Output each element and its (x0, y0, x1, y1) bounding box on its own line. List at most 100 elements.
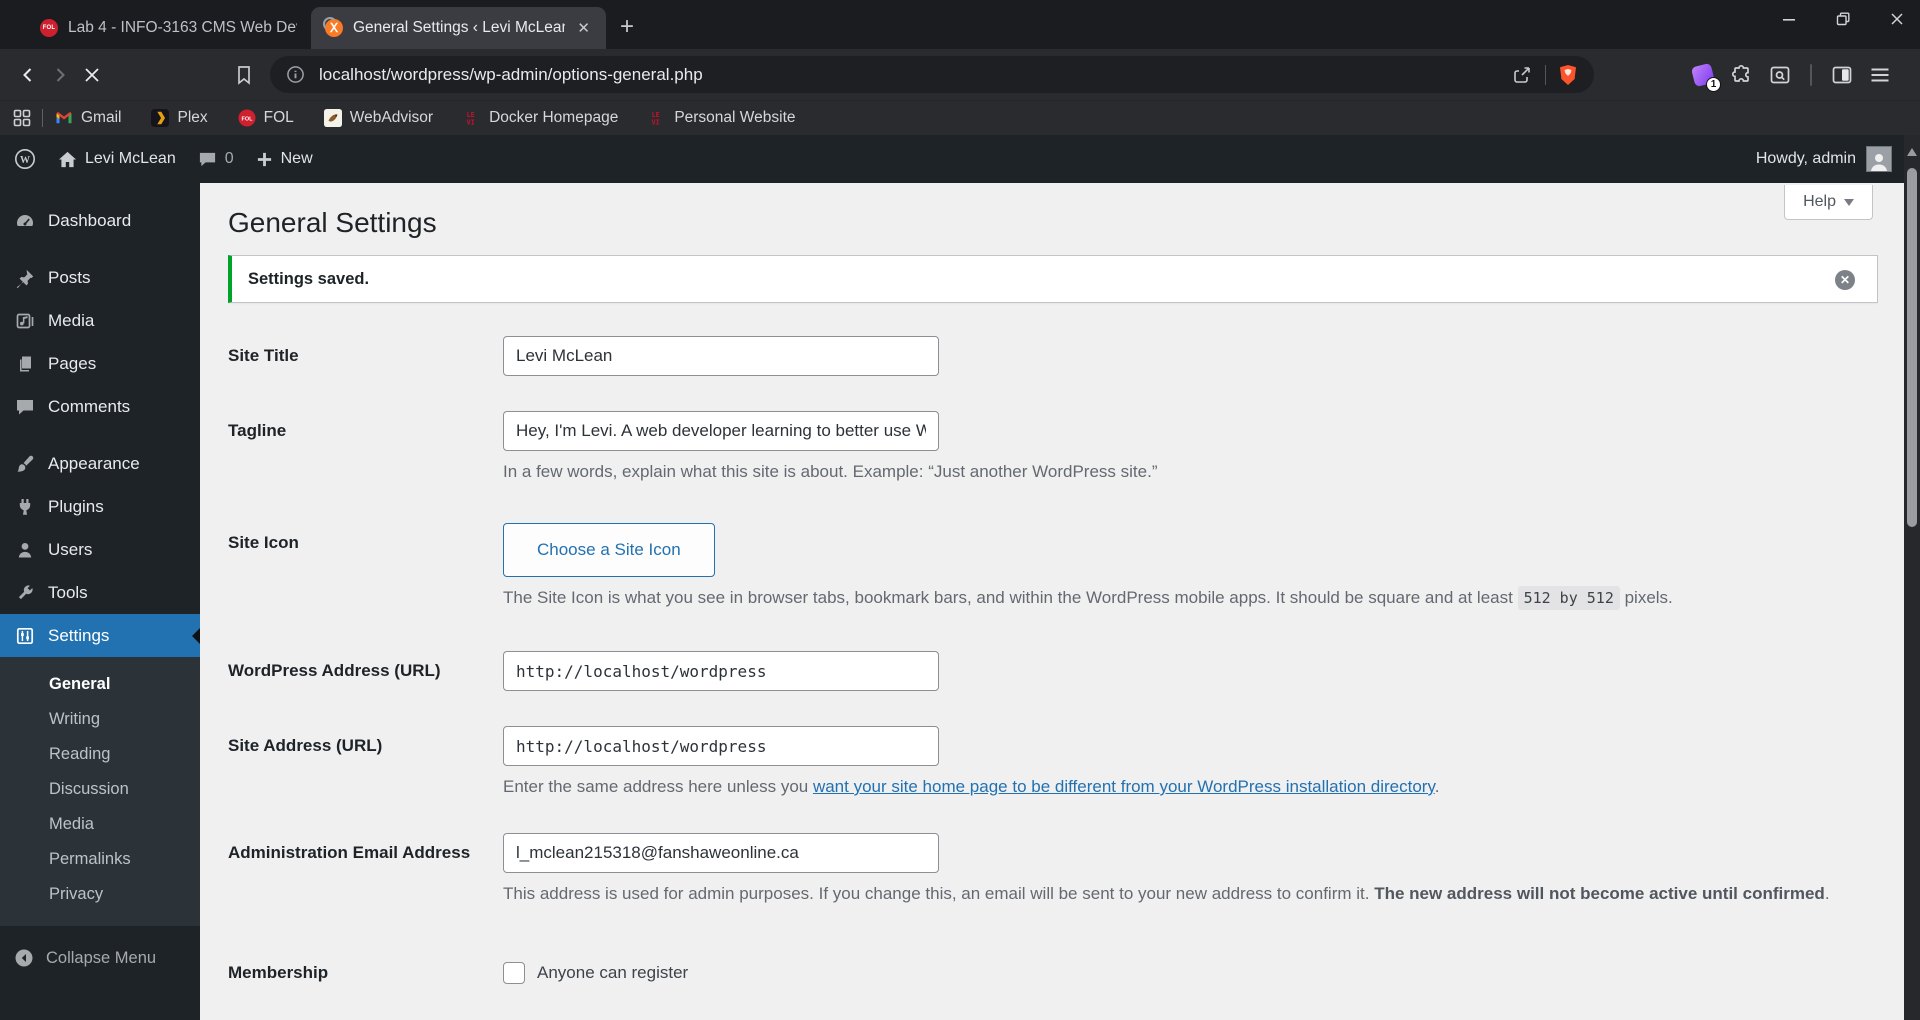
admin-bar-comments[interactable]: 0 (198, 150, 234, 169)
submenu-item-media[interactable]: Media (0, 807, 200, 842)
tab-close-icon[interactable]: ✕ (575, 19, 592, 37)
plugins-icon (14, 496, 36, 518)
bookmark-gmail[interactable]: Gmail (55, 109, 121, 127)
bookmark-fol[interactable]: FOL FOL (238, 109, 294, 127)
settings-icon (14, 625, 36, 647)
avatar[interactable] (1866, 146, 1892, 172)
site-address-row: Site Address (URL) Enter the same addres… (228, 726, 1920, 798)
page-scrollbar[interactable] (1904, 135, 1920, 1020)
bookmarks-bar: Gmail Plex FOL FOL WebAdvisor LE VI Docker Home… (0, 100, 1920, 135)
tagline-input[interactable] (503, 411, 939, 451)
collapse-label: Collapse Menu (46, 948, 157, 967)
settings-page: Help General Settings Settings saved. ✕ … (200, 183, 1920, 1020)
sidebar-item-appearance[interactable]: Appearance (0, 442, 200, 485)
anyone-can-register-checkbox[interactable] (503, 962, 525, 984)
site-title-input[interactable] (503, 336, 939, 376)
menu-icon[interactable] (1868, 63, 1892, 87)
restore-icon[interactable] (1830, 6, 1856, 32)
dismiss-notice-icon[interactable]: ✕ (1835, 270, 1855, 290)
bookmark-docker-homepage[interactable]: LE VI Docker Homepage (463, 109, 619, 127)
url-text[interactable]: localhost/wordpress/wp-admin/options-gen… (319, 65, 1511, 85)
stop-reload-icon[interactable] (76, 59, 108, 91)
site-info-icon[interactable] (286, 65, 305, 84)
svg-text:VI: VI (467, 118, 475, 126)
new-tab-button[interactable]: + (620, 15, 634, 39)
tab-lab4[interactable]: FOL Lab 4 - INFO-3163 CMS Web Develop (26, 7, 311, 49)
appearance-icon (14, 453, 36, 475)
bookmark-personal-website[interactable]: LE VI Personal Website (648, 109, 796, 127)
sidebar-item-label: Dashboard (48, 210, 132, 230)
collapse-menu-button[interactable]: Collapse Menu (0, 948, 200, 968)
choose-site-icon-button[interactable]: Choose a Site Icon (503, 523, 715, 577)
sidebar-item-plugins[interactable]: Plugins (0, 485, 200, 528)
sidebar-item-media[interactable]: Media (0, 299, 200, 342)
minimize-icon[interactable] (1776, 6, 1802, 32)
help-label: Help (1803, 193, 1836, 210)
settings-saved-notice: Settings saved. ✕ (228, 255, 1878, 303)
bookmark-label: Docker Homepage (489, 109, 619, 126)
bookmark-plex[interactable]: Plex (151, 109, 208, 127)
bookmark-label: Gmail (81, 109, 122, 126)
sidebar-item-users[interactable]: Users (0, 528, 200, 571)
wp-logo-icon[interactable]: W (14, 148, 36, 170)
sidebar-item-label: Pages (48, 353, 97, 373)
divider (1545, 64, 1546, 85)
xampp-favicon-icon: ꓫ (323, 17, 343, 37)
sidebar-item-settings[interactable]: Settings (0, 614, 200, 657)
general-settings-form: Site Title Tagline In a few words, expla… (228, 336, 1920, 1020)
forward-icon[interactable] (44, 59, 76, 91)
site-address-input[interactable] (503, 726, 939, 766)
sidebar-item-label: Media (48, 310, 95, 330)
bookmark-webadvisor[interactable]: WebAdvisor (323, 109, 433, 127)
site-home-page-link[interactable]: want your site home page to be different… (813, 777, 1435, 796)
howdy-admin[interactable]: Howdy, admin (1756, 150, 1856, 168)
home-icon (58, 151, 77, 167)
url-bar[interactable]: localhost/wordpress/wp-admin/options-gen… (270, 56, 1594, 93)
admin-email-input[interactable] (503, 833, 939, 873)
sidebar-item-dashboard[interactable]: Dashboard (0, 199, 200, 242)
scrollbar-thumb[interactable] (1907, 168, 1917, 527)
brave-shields-icon[interactable] (1558, 64, 1578, 86)
bookmark-icon[interactable] (228, 59, 260, 91)
site-title-row: Site Title (228, 336, 1920, 376)
sidebar-item-pages[interactable]: Pages (0, 342, 200, 385)
help-button[interactable]: Help (1784, 185, 1873, 220)
toolbar-icons: 1 (1690, 62, 1892, 92)
settings-submenu: General Writing Reading Discussion Media Perm… (0, 657, 200, 926)
submenu-item-reading[interactable]: Reading (0, 737, 200, 772)
wordpress-address-input[interactable] (503, 651, 939, 691)
apps-grid-icon[interactable] (12, 108, 32, 128)
share-icon[interactable] (1511, 64, 1533, 86)
admin-email-row: Administration Email Address This addres… (228, 833, 1920, 905)
sidebar-item-label: Users (48, 539, 93, 559)
sidebar-item-posts[interactable]: Posts (0, 256, 200, 299)
submenu-item-permalinks[interactable]: Permalinks (0, 842, 200, 877)
tab-general-settings[interactable]: ꓫ General Settings ‹ Levi McLean — ✕ (311, 7, 606, 49)
sidebar-item-label: Posts (48, 267, 91, 287)
sidebar-toggle-icon[interactable] (1830, 63, 1854, 87)
sidebar-item-comments[interactable]: Comments (0, 385, 200, 428)
wordpress-address-row: WordPress Address (URL) (228, 651, 1920, 691)
submenu-item-general[interactable]: General (0, 667, 200, 702)
sidebar-item-label: Settings (48, 625, 110, 645)
divider (1810, 63, 1812, 86)
tab-bar: FOL Lab 4 - INFO-3163 CMS Web Develop ꓫ … (0, 0, 1920, 49)
submenu-item-writing[interactable]: Writing (0, 702, 200, 737)
bookmark-label: Personal Website (674, 109, 796, 126)
scroll-up-icon[interactable] (1907, 143, 1917, 156)
submenu-item-privacy[interactable]: Privacy (0, 877, 200, 912)
wp-admin-bar: W Levi McLean 0 New Howdy, admin (0, 135, 1920, 183)
posts-icon (14, 267, 36, 289)
wordpress-address-label: WordPress Address (URL) (228, 661, 441, 680)
search-tabs-icon[interactable] (1768, 63, 1792, 87)
submenu-item-discussion[interactable]: Discussion (0, 772, 200, 807)
admin-bar-new[interactable]: New (256, 150, 313, 168)
tagline-label: Tagline (228, 421, 287, 440)
admin-bar-site-link[interactable]: Levi McLean (58, 150, 176, 169)
sidebar-item-tools[interactable]: Tools (0, 571, 200, 614)
back-icon[interactable] (12, 59, 44, 91)
close-window-icon[interactable] (1884, 6, 1910, 32)
extensions-icon[interactable] (1730, 63, 1754, 87)
wallet-icon[interactable]: 1 (1690, 62, 1721, 92)
sidebar-item-label: Appearance (48, 453, 140, 473)
